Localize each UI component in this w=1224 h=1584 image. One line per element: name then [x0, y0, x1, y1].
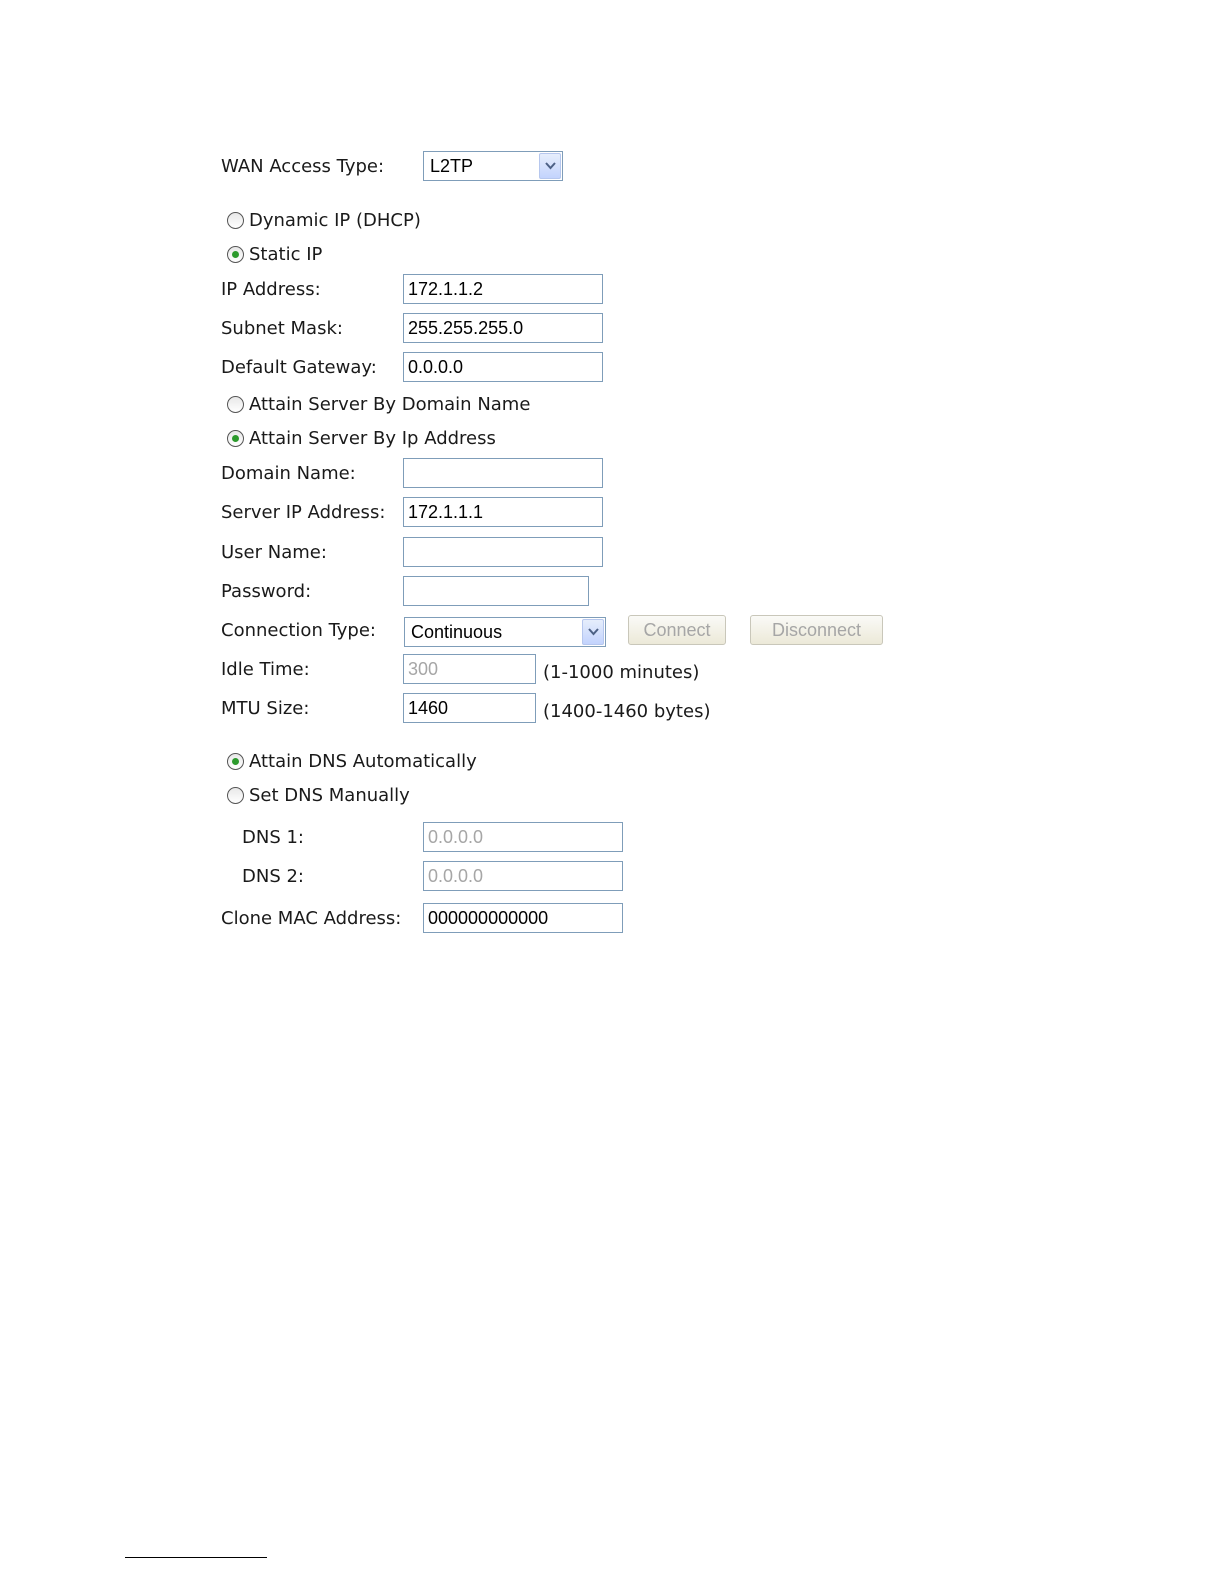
radio-static-ip[interactable]: [227, 246, 244, 263]
ip-address-label: IP Address:: [221, 279, 321, 300]
password-label: Password:: [221, 581, 312, 602]
radio-server-by-ip[interactable]: [227, 430, 244, 447]
radio-dns-auto[interactable]: [227, 753, 244, 770]
radio-server-by-domain[interactable]: [227, 396, 244, 413]
disconnect-button[interactable]: Disconnect: [750, 615, 883, 645]
chevron-down-icon[interactable]: [582, 619, 604, 645]
subnet-mask-input[interactable]: 255.255.255.0: [403, 313, 603, 343]
connect-button[interactable]: Connect: [628, 615, 726, 645]
mtu-size-input[interactable]: 1460: [403, 693, 536, 723]
subnet-mask-label: Subnet Mask:: [221, 318, 343, 339]
server-ip-label: Server IP Address:: [221, 502, 386, 523]
dns2-input[interactable]: 0.0.0.0: [423, 861, 623, 891]
password-input[interactable]: [403, 576, 589, 606]
idle-time-label: Idle Time:: [221, 659, 310, 680]
dns2-label: DNS 2:: [242, 866, 304, 887]
connection-type-value: Continuous: [411, 622, 503, 642]
clone-mac-label: Clone MAC Address:: [221, 908, 402, 929]
idle-time-input[interactable]: 300: [403, 654, 536, 684]
server-by-domain-label: Attain Server By Domain Name: [249, 394, 531, 415]
dns-auto-label: Attain DNS Automatically: [249, 751, 477, 772]
domain-name-label: Domain Name:: [221, 463, 356, 484]
user-name-label: User Name:: [221, 542, 327, 563]
radio-dynamic-ip[interactable]: [227, 212, 244, 229]
dynamic-ip-label: Dynamic IP (DHCP): [249, 210, 421, 231]
default-gateway-label: Default Gateway:: [221, 357, 377, 378]
connection-type-select[interactable]: Continuous: [404, 617, 606, 647]
dns1-label: DNS 1:: [242, 827, 304, 848]
chevron-down-icon[interactable]: [539, 153, 561, 179]
radio-dns-manual[interactable]: [227, 787, 244, 804]
idle-time-hint: (1-1000 minutes): [543, 662, 700, 683]
wan-access-type-label: WAN Access Type:: [221, 156, 385, 177]
dns-manual-label: Set DNS Manually: [249, 785, 410, 806]
server-by-ip-label: Attain Server By Ip Address: [249, 428, 496, 449]
wan-access-type-value: L2TP: [430, 156, 474, 176]
ip-address-input[interactable]: 172.1.1.2: [403, 274, 603, 304]
server-ip-input[interactable]: 172.1.1.1: [403, 497, 603, 527]
dns1-input[interactable]: 0.0.0.0: [423, 822, 623, 852]
default-gateway-input[interactable]: 0.0.0.0: [403, 352, 603, 382]
connection-type-label: Connection Type:: [221, 620, 376, 641]
footer-divider: [125, 1557, 267, 1558]
clone-mac-input[interactable]: 000000000000: [423, 903, 623, 933]
mtu-size-hint: (1400-1460 bytes): [543, 701, 711, 722]
static-ip-label: Static IP: [249, 244, 323, 265]
mtu-size-label: MTU Size:: [221, 698, 310, 719]
domain-name-input[interactable]: [403, 458, 603, 488]
user-name-input[interactable]: [403, 537, 603, 567]
wan-access-type-select[interactable]: L2TP: [423, 151, 563, 181]
